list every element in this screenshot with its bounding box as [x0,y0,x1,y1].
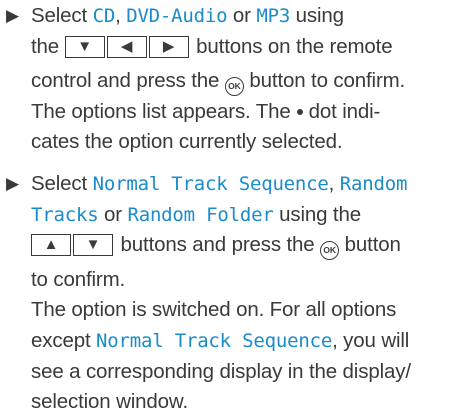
text-buttons-remote: buttons on the remote [196,34,393,58]
text-the: the [31,34,60,58]
text-or: or [232,4,251,27]
text-to-confirm: to confirm. [31,267,126,291]
option-mp3: MP3 [256,5,291,27]
nav-button-group: ▼ ◀ ▶ [64,35,191,67]
right-arrow-button-icon: ▶ [148,35,189,58]
text-using: using [295,4,344,27]
text-select: Select [31,4,88,27]
text-comma: , [328,172,335,195]
option-dvd-audio: DVD-Audio [126,5,228,27]
text-buttons-press: buttons and press the [120,233,315,257]
left-arrow-button-icon: ◀ [106,35,147,58]
text-cates-option: cates the option currently selected. [31,130,343,154]
option-normal-track-sequence-ref: Normal Track Sequence [96,329,333,352]
step-bullet-icon: ▶ [6,6,20,25]
text-select: Select [31,172,88,195]
text-except: except [31,328,91,352]
text-comma: , [115,4,121,27]
option-normal-track-sequence: Normal Track Sequence [92,173,329,195]
instruction-step-2: ▶ Select Normal Track Sequence, Random T… [6,169,466,418]
selected-dot-icon [296,108,303,115]
option-cd: CD [92,5,116,27]
text-control-press: control and press the [31,69,220,93]
text-options-list: The options list appears. The [31,99,291,123]
text-see-display: see a corresponding display in the displ… [31,359,411,383]
text-dot-indi: dot indi- [308,99,381,123]
step-bullet-icon: ▶ [6,174,20,193]
text-or: or [103,202,122,226]
ok-button-icon: OK [320,241,340,261]
text-you-will: , you will [332,328,410,352]
up-arrow-button-icon: ▲ [31,234,71,257]
text-switched-on: The option is switched on. For all optio… [31,298,397,322]
down-arrow-button-icon: ▼ [73,234,113,257]
step-1-text: Select CD, DVD-Audio or MP3 using the ▼ ◀… [31,1,466,158]
option-random-folder: Random Folder [127,203,274,226]
text-using-the: using the [279,202,361,226]
instruction-step-1: ▶ Select CD, DVD-Audio or MP3 using the … [6,1,466,158]
text-button-confirm: button to confirm. [249,69,406,93]
down-arrow-button-icon: ▼ [64,35,105,58]
text-selection-window: selection window. [31,390,188,414]
text-button: button [344,233,401,257]
ok-button-icon: OK [224,77,244,97]
updown-button-group: ▲ ▼ [31,234,115,265]
step-2-text: Select Normal Track Sequence, Random Tra… [31,169,466,418]
